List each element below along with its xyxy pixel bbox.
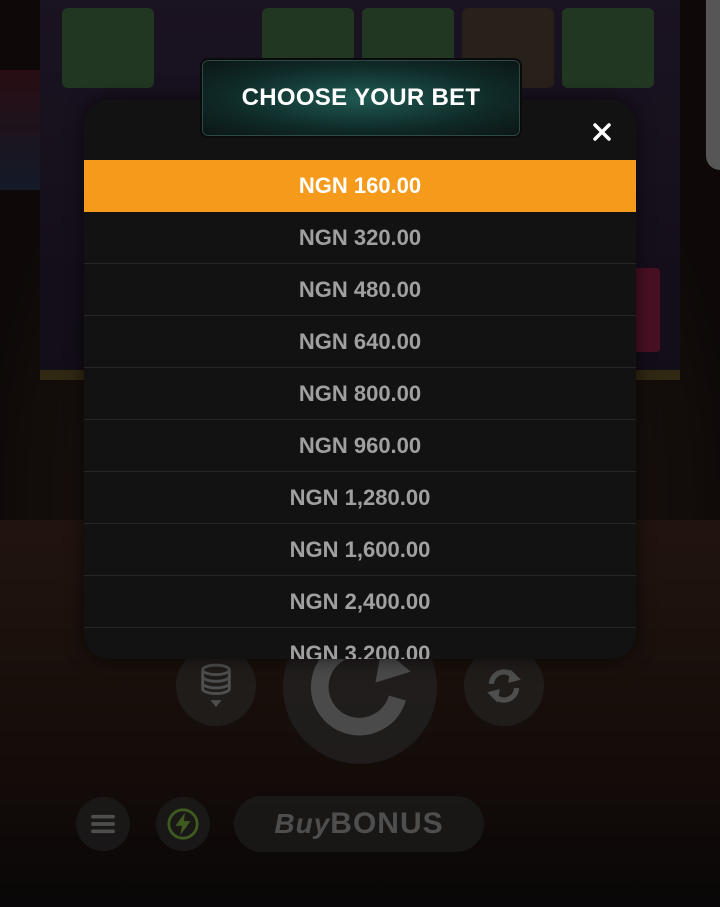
bet-option-list[interactable]: NGN 160.00 NGN 320.00 NGN 480.00 NGN 640.00…: [84, 160, 636, 659]
bet-option[interactable]: NGN 1,280.00: [84, 472, 636, 524]
autoplay-icon: [487, 669, 521, 703]
menu-button[interactable]: [76, 797, 130, 851]
bet-option[interactable]: NGN 1,600.00: [84, 524, 636, 576]
bet-option[interactable]: NGN 960.00: [84, 420, 636, 472]
bet-modal: NGN 160.00 NGN 320.00 NGN 480.00 NGN 640.00…: [84, 100, 636, 659]
bet-option[interactable]: NGN 320.00: [84, 212, 636, 264]
buy-bonus-label-bonus: BONUS: [330, 807, 444, 840]
close-button[interactable]: [588, 118, 616, 146]
coin-stack-icon: [201, 663, 231, 707]
bet-option[interactable]: NGN 160.00: [84, 160, 636, 212]
bet-option[interactable]: NGN 800.00: [84, 368, 636, 420]
hamburger-menu-icon: [91, 814, 115, 834]
bet-option[interactable]: NGN 480.00: [84, 264, 636, 316]
bet-option[interactable]: NGN 2,400.00: [84, 576, 636, 628]
close-icon: [593, 123, 611, 141]
buy-bonus-label-buy: Buy: [274, 808, 331, 839]
lightning-icon: [167, 808, 199, 840]
buy-bonus-button[interactable]: Buy BONUS: [234, 796, 484, 852]
bet-option[interactable]: NGN 640.00: [84, 316, 636, 368]
modal-title: CHOOSE YOUR BET: [200, 58, 522, 138]
turbo-button[interactable]: [156, 797, 210, 851]
bet-option[interactable]: NGN 3,200.00: [84, 628, 636, 659]
